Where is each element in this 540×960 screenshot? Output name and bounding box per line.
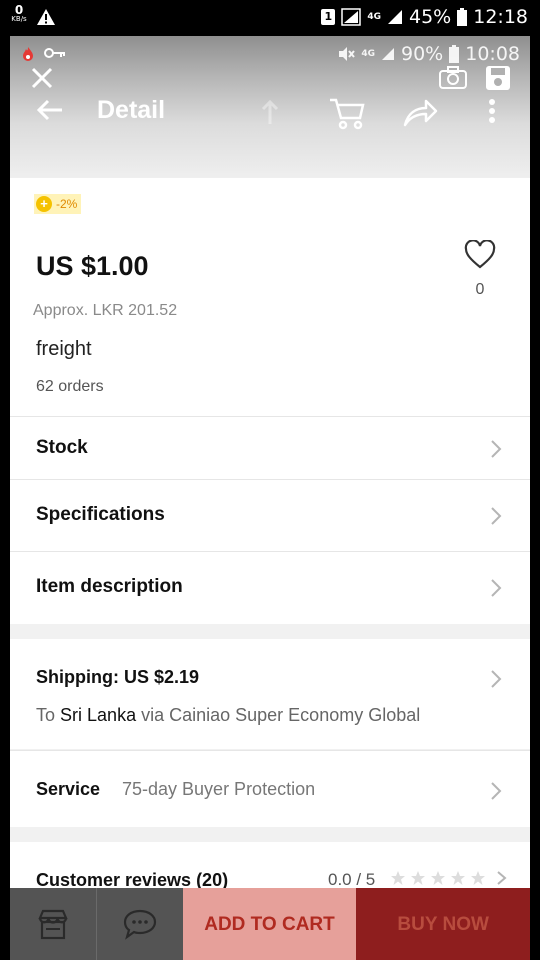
service-row[interactable]: Service 75-day Buyer Protection: [10, 750, 530, 827]
approx-price: Approx. LKR 201.52: [33, 302, 178, 319]
warning-icon: [37, 9, 55, 25]
back-arrow-icon[interactable]: [36, 98, 64, 122]
chevron-right-icon: [491, 782, 502, 800]
signal-bars-icon: [388, 10, 402, 24]
rating-stars: [390, 870, 508, 886]
network-speed-value: 0: [14, 3, 24, 17]
store-icon: [38, 909, 68, 940]
product-price: US $1.00: [36, 251, 149, 281]
battery-icon: [457, 8, 468, 26]
share-icon[interactable]: [402, 98, 438, 128]
star-icon: [411, 871, 425, 885]
chat-button[interactable]: [95, 888, 183, 960]
network-speed-unit: KB/s: [11, 15, 27, 23]
inner-battery-percent: 90%: [401, 43, 444, 65]
header: 4G 90% 10:08 Detail: [10, 36, 530, 178]
device-status-right: 1 4G 45% 12:18: [321, 6, 528, 28]
product-summary: + -2% US $1.00 Approx. LKR 201.52 freigh…: [10, 178, 530, 416]
inner-network-type: 4G: [361, 48, 375, 59]
star-icon: [471, 871, 485, 885]
upload-icon[interactable]: [260, 98, 280, 126]
freight-text: freight: [36, 338, 92, 360]
shipping-row[interactable]: Shipping: US $2.19 To Sri Lanka via Cain…: [10, 639, 530, 749]
item-description-label: Item description: [36, 576, 183, 597]
add-to-cart-label: ADD TO CART: [204, 914, 335, 935]
inner-signal-icon: [382, 48, 394, 60]
signal-icon: [341, 8, 362, 26]
buy-now-button[interactable]: BUY NOW: [356, 888, 530, 960]
app-screen: 4G 90% 10:08 Detail + -2% US $1.00 Appro…: [10, 36, 530, 960]
key-icon: [44, 48, 65, 58]
network-type: 4G: [367, 11, 381, 22]
chat-icon: [123, 909, 156, 940]
shipping-label: Shipping: US $2.19: [36, 667, 200, 687]
specifications-row[interactable]: Specifications: [10, 479, 530, 552]
chevron-right-icon: [497, 871, 507, 885]
shipping-method: via Cainiao Super Economy Global: [141, 705, 421, 725]
inner-battery-icon: [449, 45, 460, 63]
battery-percent: 45%: [409, 6, 452, 28]
chevron-right-icon: [491, 670, 502, 688]
star-icon: [431, 871, 445, 885]
camera-icon[interactable]: [438, 66, 468, 90]
item-description-row[interactable]: Item description: [10, 551, 530, 624]
save-icon[interactable]: [484, 64, 512, 92]
store-button[interactable]: [10, 888, 96, 960]
chevron-right-icon: [491, 579, 502, 597]
more-vertical-icon[interactable]: [488, 98, 496, 124]
network-speed: 0 KB/s: [8, 3, 30, 24]
customer-reviews-score: 0.0 / 5: [328, 870, 376, 889]
stock-label: Stock: [36, 437, 88, 458]
service-label: Service: [36, 779, 101, 799]
coin-icon: +: [36, 196, 52, 212]
device-status-bar: 0 KB/s 1 4G 45% 12:18: [0, 0, 540, 36]
mute-icon: [339, 47, 356, 61]
bottom-action-bar: ADD TO CART BUY NOW: [10, 888, 530, 960]
stock-row[interactable]: Stock: [10, 416, 530, 480]
flame-icon: [23, 47, 33, 61]
star-icon: [391, 871, 405, 885]
cart-icon[interactable]: [328, 96, 366, 130]
shipping-destination: Sri Lanka: [60, 705, 137, 725]
inner-status-right: 4G 90% 10:08: [337, 43, 520, 65]
inner-status-bar: 4G 90% 10:08: [10, 40, 530, 68]
chevron-right-icon: [491, 440, 502, 458]
add-to-cart-button[interactable]: ADD TO CART: [182, 888, 357, 960]
service-value: 75-day Buyer Protection: [122, 779, 316, 799]
heart-icon[interactable]: [464, 239, 496, 270]
sim-slot-badge: 1: [321, 9, 336, 25]
shipping-destination-text: To Sri Lanka via Cainiao Super Economy G…: [36, 705, 420, 726]
page-title: Detail: [97, 96, 166, 124]
wishlist-button[interactable]: 0: [463, 239, 497, 299]
discount-value: -2%: [56, 197, 78, 211]
specifications-label: Specifications: [36, 504, 165, 525]
shipping-to-word: To: [36, 705, 56, 725]
star-icon: [451, 871, 465, 885]
inner-clock: 10:08: [465, 43, 520, 65]
discount-badge: + -2%: [34, 194, 82, 214]
wishlist-count: 0: [475, 281, 485, 298]
buy-now-label: BUY NOW: [397, 914, 489, 935]
orders-count: 62 orders: [36, 378, 104, 395]
chevron-right-icon: [491, 507, 502, 525]
clock: 12:18: [473, 6, 528, 28]
close-icon[interactable]: [28, 64, 56, 92]
